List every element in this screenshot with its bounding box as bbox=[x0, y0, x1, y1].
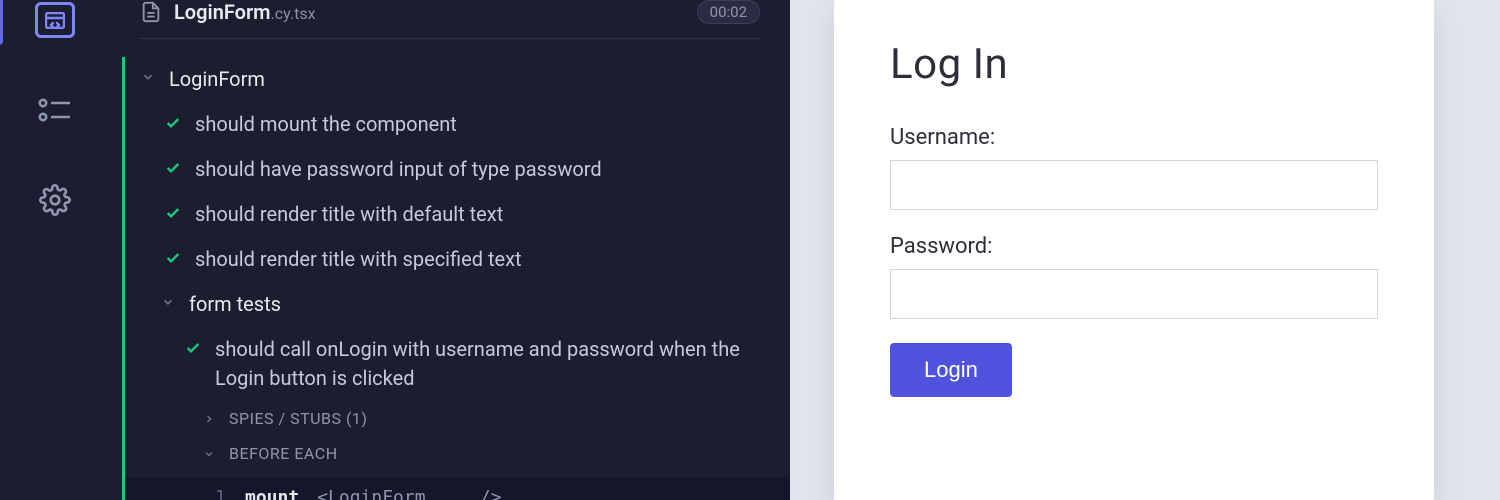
test-row[interactable]: should render title with specified text bbox=[125, 237, 790, 282]
login-button[interactable]: Login bbox=[890, 343, 1012, 397]
code-line-number: 1 bbox=[215, 487, 245, 500]
login-form: Log In Username: Password: Login bbox=[834, 0, 1434, 500]
suite-form-tests[interactable]: form tests bbox=[125, 282, 790, 327]
code-argument: <LoginForm ... /> bbox=[317, 487, 501, 500]
spec-header: LoginForm.cy.tsx 00:02 bbox=[140, 0, 760, 39]
spec-timer: 00:02 bbox=[697, 0, 760, 24]
login-title: Log In bbox=[890, 40, 1378, 89]
password-input[interactable] bbox=[890, 269, 1378, 319]
test-row[interactable]: should render title with default text bbox=[125, 192, 790, 237]
test-tree: LoginForm should mount the component sho… bbox=[122, 57, 790, 500]
test-title: should mount the component bbox=[195, 110, 457, 139]
gear-icon bbox=[39, 184, 71, 216]
file-icon bbox=[140, 1, 162, 23]
check-icon bbox=[165, 250, 181, 266]
test-row[interactable]: should call onLogin with username and pa… bbox=[125, 327, 790, 401]
chevron-down-icon bbox=[141, 70, 159, 84]
list-icon bbox=[38, 98, 72, 122]
code-command: mount bbox=[245, 487, 299, 500]
nav-tasks[interactable] bbox=[25, 90, 85, 130]
nav-settings[interactable] bbox=[25, 180, 85, 220]
chevron-down-icon bbox=[161, 295, 179, 309]
username-label: Username: bbox=[890, 125, 1378, 150]
spies-stubs-row[interactable]: SPIES / STUBS (1) bbox=[125, 401, 790, 436]
sidebar-nav bbox=[0, 0, 110, 500]
suite-loginform[interactable]: LoginForm bbox=[125, 57, 790, 102]
test-row[interactable]: should have password input of type passw… bbox=[125, 147, 790, 192]
test-title: should have password input of type passw… bbox=[195, 155, 602, 184]
check-icon bbox=[185, 340, 201, 356]
test-runner-panel: LoginForm.cy.tsx 00:02 LoginForm should … bbox=[110, 0, 790, 500]
nav-specs[interactable] bbox=[25, 0, 85, 40]
check-icon bbox=[165, 205, 181, 221]
test-title: should render title with default text bbox=[195, 200, 503, 229]
detail-label: SPIES / STUBS (1) bbox=[229, 409, 367, 428]
spec-file-name: LoginForm.cy.tsx bbox=[174, 0, 316, 24]
suite-name: LoginForm bbox=[169, 65, 265, 94]
username-input[interactable] bbox=[890, 160, 1378, 210]
test-title: should call onLogin with username and pa… bbox=[215, 335, 770, 393]
check-icon bbox=[165, 115, 181, 131]
component-preview-panel: Log In Username: Password: Login bbox=[790, 0, 1500, 500]
check-icon bbox=[165, 160, 181, 176]
chevron-right-icon bbox=[203, 413, 217, 425]
detail-label: BEFORE EACH bbox=[229, 444, 338, 463]
test-title: should render title with specified text bbox=[195, 245, 522, 274]
chevron-down-icon bbox=[203, 448, 217, 460]
specs-icon bbox=[45, 12, 65, 29]
before-each-row[interactable]: BEFORE EACH bbox=[125, 436, 790, 471]
command-log-row[interactable]: 1 mount <LoginForm ... /> bbox=[125, 477, 790, 500]
test-row[interactable]: should mount the component bbox=[125, 102, 790, 147]
suite-name: form tests bbox=[189, 290, 281, 319]
password-label: Password: bbox=[890, 234, 1378, 259]
